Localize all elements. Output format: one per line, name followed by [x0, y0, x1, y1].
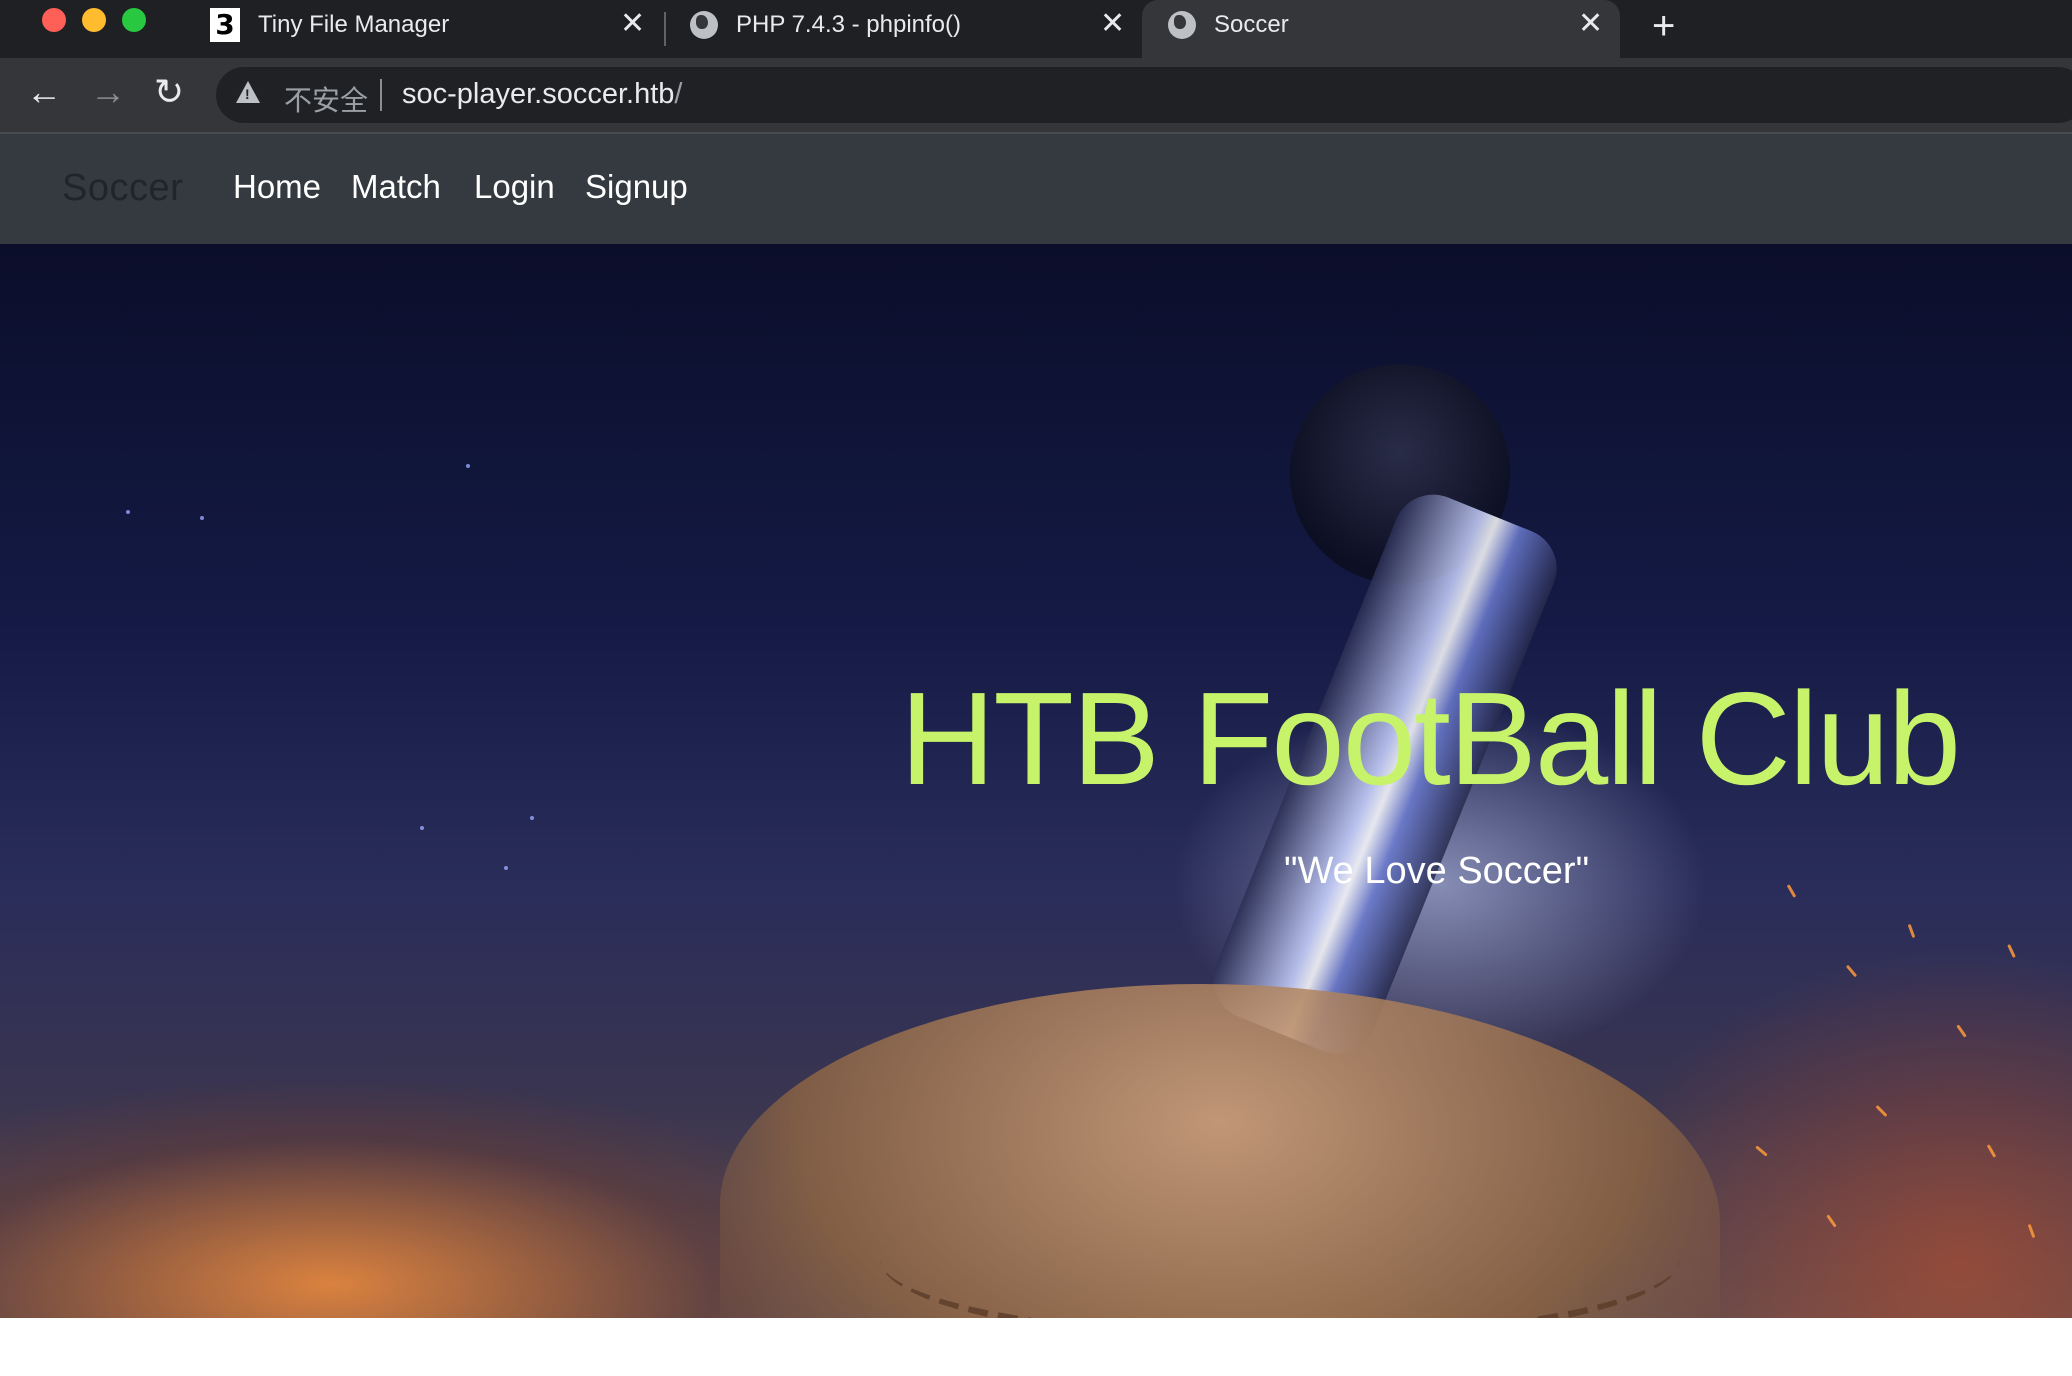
url-host: soc-player.soccer.htb [402, 78, 675, 110]
hero-spark [1875, 1104, 1888, 1118]
hero-star [530, 816, 534, 820]
hero-star [200, 516, 204, 520]
window-zoom-button[interactable] [122, 8, 146, 32]
hero-star [504, 866, 508, 870]
hero-star [466, 464, 470, 468]
tab-title: Soccer [1214, 11, 1289, 38]
hero-spark [1845, 964, 1858, 978]
tab-close-icon[interactable]: ✕ [620, 7, 645, 41]
hero-title: HTB FootBall Club [900, 665, 1961, 812]
window-close-button[interactable] [42, 8, 66, 32]
tab-close-icon[interactable]: ✕ [1100, 7, 1125, 41]
nav-link-signup[interactable]: Signup [585, 168, 688, 206]
hero-star [126, 510, 130, 514]
hero-spark [2027, 1223, 2036, 1239]
warning-triangle-icon[interactable] [236, 81, 260, 103]
nav-link-match[interactable]: Match [351, 168, 441, 206]
tab-title: Tiny File Manager [258, 11, 450, 38]
window-minimize-button[interactable] [82, 8, 106, 32]
security-label[interactable]: 不安全 [284, 79, 368, 119]
hero-banner: HTB FootBall Club "We Love Soccer" [0, 244, 2072, 1318]
hero-spark [1986, 1144, 1997, 1158]
globe-icon [1168, 11, 1196, 39]
browser-tab-strip: 3 Tiny File Manager ✕ PHP 7.4.3 - phpinf… [0, 0, 2072, 58]
tab-title: PHP 7.4.3 - phpinfo() [736, 11, 962, 38]
tab-close-icon[interactable]: ✕ [1578, 7, 1603, 41]
browser-toolbar: ← → ↻ 不安全 soc-player.soccer.htb/ [0, 58, 2072, 134]
hero-spark [1956, 1024, 1967, 1038]
url-text[interactable]: soc-player.soccer.htb/ [402, 78, 682, 111]
site-navbar: Soccer Home Match Login Signup [0, 134, 2072, 244]
hero-image-lace [880, 1174, 1680, 1318]
tab-tiny-file-manager[interactable]: 3 Tiny File Manager ✕ [190, 0, 660, 58]
address-bar-divider [380, 79, 382, 111]
hero-star [420, 826, 424, 830]
reload-icon[interactable]: ↻ [154, 72, 184, 112]
tiny-file-manager-favicon-icon: 3 [210, 8, 240, 42]
hero-spark [1786, 884, 1797, 898]
forward-arrow-icon[interactable]: → [90, 72, 126, 112]
globe-icon [690, 11, 718, 39]
tab-phpinfo[interactable]: PHP 7.4.3 - phpinfo() ✕ [670, 0, 1140, 58]
hero-spark [2007, 944, 2016, 958]
nav-link-login[interactable]: Login [474, 168, 555, 206]
hero-spark [1755, 1145, 1768, 1157]
back-arrow-icon[interactable]: ← [26, 72, 62, 112]
hero-spark [1907, 923, 1916, 939]
url-path: / [674, 78, 683, 110]
nav-link-home[interactable]: Home [233, 168, 321, 206]
hero-subtitle: "We Love Soccer" [1284, 850, 1590, 892]
hero-spark [1826, 1214, 1837, 1228]
new-tab-plus-icon[interactable]: + [1652, 4, 1675, 48]
tab-soccer[interactable]: Soccer ✕ [1142, 0, 1620, 58]
address-bar[interactable]: 不安全 soc-player.soccer.htb/ [216, 67, 2072, 123]
site-brand[interactable]: Soccer [62, 167, 183, 210]
tab-separator [664, 12, 666, 46]
